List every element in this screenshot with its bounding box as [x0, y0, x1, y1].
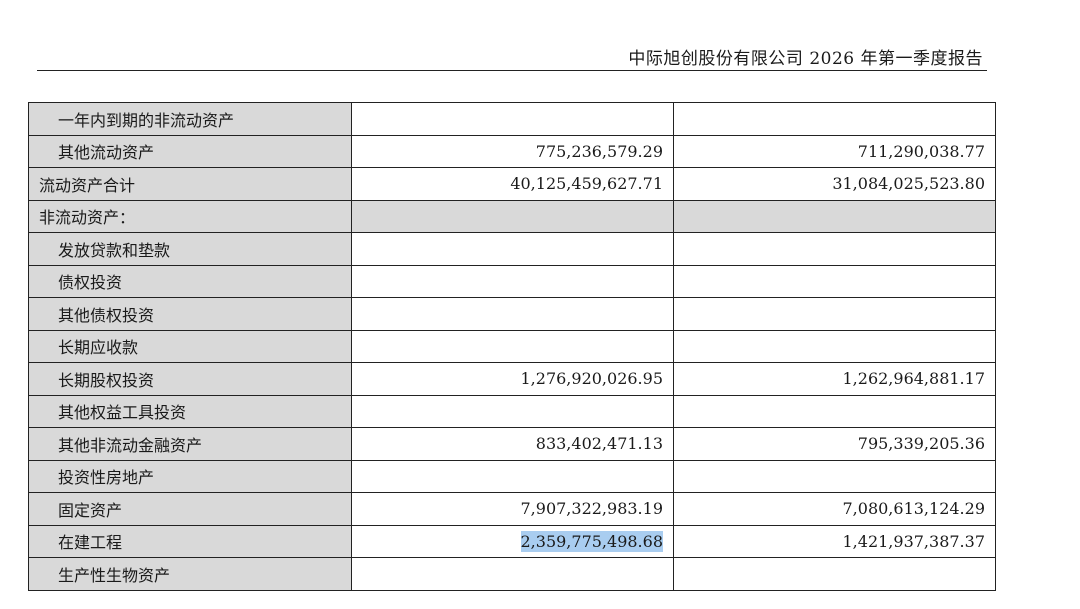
- current-period-value: [351, 297, 674, 331]
- report-header: 中际旭创股份有限公司 2026 年第一季度报告: [37, 44, 987, 71]
- table-row: 发放贷款和垫款: [28, 232, 996, 266]
- current-period-value: 775,236,579.29: [351, 134, 674, 168]
- current-period-value: [351, 329, 674, 363]
- prior-period-value: 1,262,964,881.17: [673, 362, 996, 396]
- balance-sheet-table: 一年内到期的非流动资产 其他流动资产 775,236,579.29 711,290,0…: [28, 102, 996, 591]
- row-label: 发放贷款和垫款: [28, 232, 352, 266]
- row-label: 投资性房地产: [28, 459, 352, 493]
- prior-period-value: 7,080,613,124.29: [673, 492, 996, 526]
- table-row: 一年内到期的非流动资产: [28, 102, 996, 136]
- current-period-value: [351, 232, 674, 266]
- prior-period-value: [673, 394, 996, 428]
- prior-period-value: [673, 297, 996, 331]
- current-period-value: 7,907,322,983.19: [351, 492, 674, 526]
- row-label: 在建工程: [28, 524, 352, 558]
- prior-period-value: 1,421,937,387.37: [673, 524, 996, 558]
- selected-text[interactable]: 2,359,775,498.68: [520, 530, 663, 552]
- row-label: 固定资产: [28, 492, 352, 526]
- current-period-value: [351, 199, 674, 233]
- current-period-value: [351, 394, 674, 428]
- prior-period-value: [673, 199, 996, 233]
- prior-period-value: [673, 232, 996, 266]
- table-row: 非流动资产：: [28, 199, 996, 233]
- prior-period-value: [673, 329, 996, 363]
- row-label: 非流动资产：: [28, 199, 352, 233]
- current-period-value: [351, 102, 674, 136]
- row-label: 其他非流动金融资产: [28, 427, 352, 461]
- prior-period-value: [673, 557, 996, 591]
- row-label: 其他权益工具投资: [28, 394, 352, 428]
- balance-sheet-body: 一年内到期的非流动资产 其他流动资产 775,236,579.29 711,290,0…: [28, 102, 996, 591]
- prior-period-value: [673, 264, 996, 298]
- current-period-value: [351, 459, 674, 493]
- prior-period-value: 711,290,038.77: [673, 134, 996, 168]
- current-period-value: [351, 264, 674, 298]
- table-row: 长期应收款: [28, 329, 996, 363]
- row-label: 长期应收款: [28, 329, 352, 363]
- table-row: 其他债权投资: [28, 297, 996, 331]
- table-row: 其他权益工具投资: [28, 394, 996, 428]
- current-period-value: 40,125,459,627.71: [351, 167, 674, 201]
- row-label: 其他债权投资: [28, 297, 352, 331]
- table-row: 流动资产合计 40,125,459,627.71 31,084,025,523.80: [28, 167, 996, 201]
- row-label: 其他流动资产: [28, 134, 352, 168]
- row-label: 长期股权投资: [28, 362, 352, 396]
- row-label: 一年内到期的非流动资产: [28, 102, 352, 136]
- row-label: 生产性生物资产: [28, 557, 352, 591]
- table-row: 投资性房地产: [28, 459, 996, 493]
- table-row: 其他非流动金融资产 833,402,471.13 795,339,205.36: [28, 427, 996, 461]
- current-period-value: 2,359,775,498.68: [351, 524, 674, 558]
- prior-period-value: [673, 102, 996, 136]
- prior-period-value: [673, 459, 996, 493]
- current-period-value: 833,402,471.13: [351, 427, 674, 461]
- row-label: 债权投资: [28, 264, 352, 298]
- table-row: 固定资产 7,907,322,983.19 7,080,613,124.29: [28, 492, 996, 526]
- current-period-value: [351, 557, 674, 591]
- prior-period-value: 795,339,205.36: [673, 427, 996, 461]
- table-row: 其他流动资产 775,236,579.29 711,290,038.77: [28, 134, 996, 168]
- table-row: 生产性生物资产: [28, 557, 996, 591]
- report-title: 中际旭创股份有限公司 2026 年第一季度报告: [628, 49, 983, 69]
- row-label: 流动资产合计: [28, 167, 352, 201]
- current-period-value: 1,276,920,026.95: [351, 362, 674, 396]
- table-row: 债权投资: [28, 264, 996, 298]
- table-row: 长期股权投资 1,276,920,026.95 1,262,964,881.17: [28, 362, 996, 396]
- table-row: 在建工程 2,359,775,498.68 1,421,937,387.37: [28, 524, 996, 558]
- prior-period-value: 31,084,025,523.80: [673, 167, 996, 201]
